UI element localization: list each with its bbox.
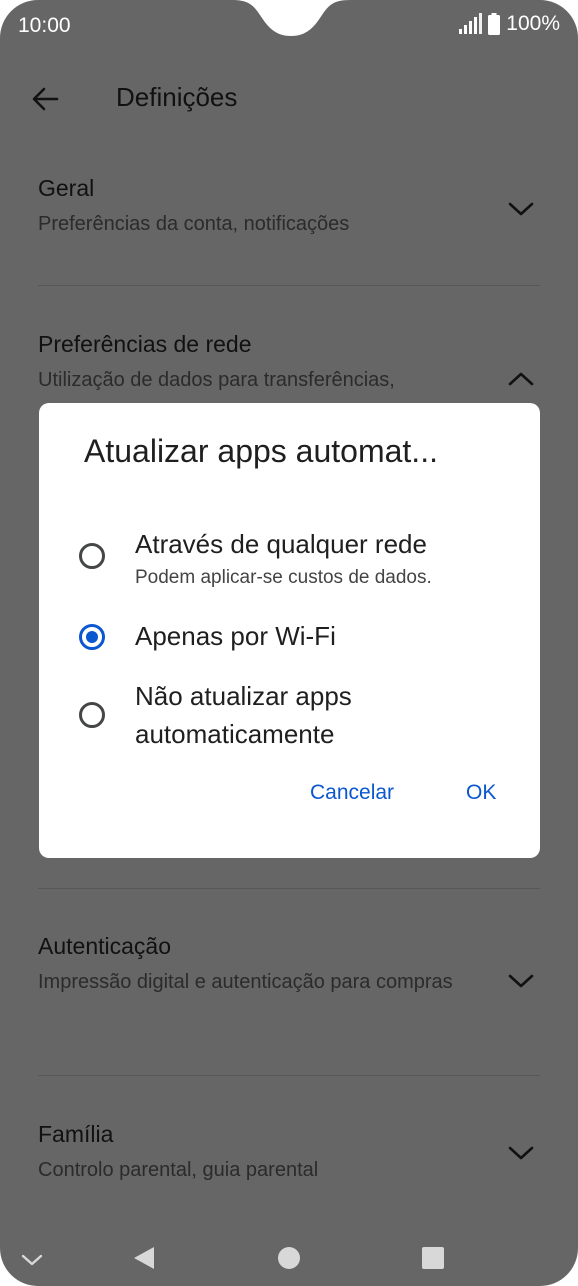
option-label: Não atualizar apps automaticamente <box>135 681 352 749</box>
chevron-down-icon[interactable] <box>506 1138 536 1168</box>
option-sublabel: Podem aplicar-se custos de dados. <box>135 567 432 588</box>
radio-button-selected[interactable] <box>79 624 105 650</box>
option-wifi-only[interactable]: Apenas por Wi-Fi <box>79 617 519 657</box>
chevron-up-icon[interactable] <box>506 364 536 394</box>
section-family[interactable]: Família Controlo parental, guia parental <box>38 1118 540 1198</box>
divider <box>38 285 540 286</box>
section-subtitle: Utilização de dados para transferências, <box>38 369 395 391</box>
option-label: Através de qualquer rede <box>135 529 427 559</box>
section-subtitle: Impressão digital e autenticação para co… <box>38 971 453 993</box>
back-button[interactable] <box>22 76 68 122</box>
arrow-back-icon <box>32 87 59 111</box>
ok-button[interactable]: OK <box>466 781 496 805</box>
section-title: Autenticação <box>38 933 171 959</box>
section-network-preferences[interactable]: Preferências de rede Utilização de dados… <box>38 328 540 408</box>
back-triangle-icon[interactable] <box>126 1240 162 1276</box>
screen: 10:00 100% Definições Geral Preferências… <box>0 0 578 1286</box>
status-time: 10:00 <box>18 14 71 37</box>
signal-icon <box>459 13 483 34</box>
page-title: Definições <box>116 82 238 112</box>
section-title: Preferências de rede <box>38 331 252 357</box>
home-circle-icon[interactable] <box>271 1240 307 1276</box>
radio-button[interactable] <box>79 543 105 569</box>
section-general[interactable]: Geral Preferências da conta, notificaçõe… <box>38 172 540 252</box>
option-any-network[interactable]: Através de qualquer rede Podem aplicar-s… <box>79 525 519 595</box>
radio-button[interactable] <box>79 702 105 728</box>
dialog-title: Atualizar apps automat... <box>84 433 438 469</box>
section-subtitle: Controlo parental, guia parental <box>38 1159 319 1181</box>
option-no-auto-update[interactable]: Não atualizar apps automaticamente <box>79 677 519 753</box>
section-subtitle: Preferências da conta, notificações <box>38 213 350 235</box>
status-icons: 100% <box>458 12 560 36</box>
section-title: Família <box>38 1121 114 1147</box>
camera-notch <box>232 0 350 36</box>
recents-square-icon[interactable] <box>415 1240 451 1276</box>
chevron-down-icon[interactable] <box>506 966 536 996</box>
battery-percent: 100% <box>506 12 560 35</box>
battery-icon <box>488 13 501 35</box>
option-label: Apenas por Wi-Fi <box>135 621 336 651</box>
divider <box>38 1075 540 1076</box>
divider <box>38 888 540 889</box>
chevron-down-icon[interactable] <box>16 1244 48 1276</box>
cancel-button[interactable]: Cancelar <box>310 781 394 805</box>
section-authentication[interactable]: Autenticação Impressão digital e autenti… <box>38 930 540 1040</box>
navigation-bar <box>0 1230 578 1286</box>
section-title: Geral <box>38 175 95 201</box>
auto-update-dialog: Atualizar apps automat... Através de qua… <box>39 403 540 858</box>
chevron-down-icon[interactable] <box>506 194 536 224</box>
